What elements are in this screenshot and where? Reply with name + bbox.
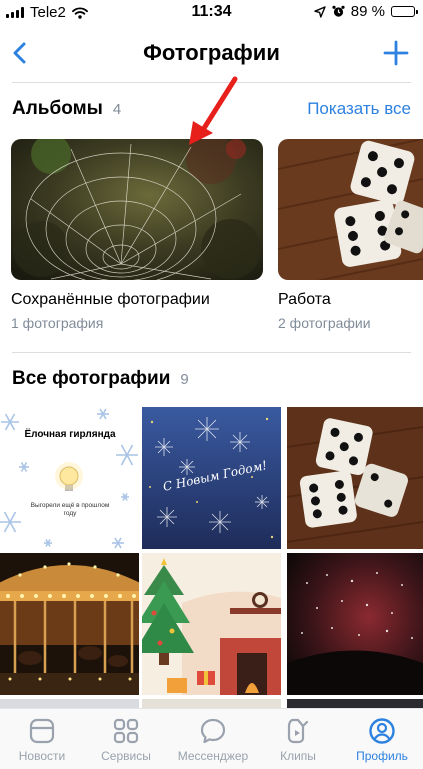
- photo-concert-hall[interactable]: [287, 553, 423, 695]
- tab-profile[interactable]: Профиль: [340, 717, 423, 763]
- album-card-work[interactable]: Работа 2 фотографии: [278, 139, 423, 331]
- tab-label: Сервисы: [101, 749, 151, 763]
- albums-title: Альбомы: [12, 98, 103, 119]
- profile-icon: [369, 718, 395, 744]
- photo-new-year-fireworks[interactable]: С Новым Годом!: [142, 407, 281, 549]
- album-photo-count: 1 фотография: [11, 315, 104, 331]
- page-title: Фотографии: [143, 40, 280, 65]
- tab-clips[interactable]: Клипы: [256, 717, 340, 763]
- album-cover-dice: [278, 139, 423, 280]
- tab-news[interactable]: Новости: [0, 717, 84, 763]
- all-photos-title: Все фотографии: [12, 368, 171, 389]
- photo-carousel[interactable]: [0, 553, 139, 695]
- photo-christmas-illustration[interactable]: [142, 553, 281, 695]
- photo-garland-card[interactable]: Ёлочная гирлянда Выгорели ещё в прошлом …: [0, 407, 139, 549]
- location-icon: [314, 5, 326, 18]
- annotation-arrow-icon: [189, 76, 238, 145]
- add-photo-button[interactable]: [379, 36, 413, 70]
- all-photos-count: 9: [180, 371, 189, 388]
- tab-label: Профиль: [356, 749, 408, 763]
- tab-label: Клипы: [280, 749, 316, 763]
- garland-card-title: Ёлочная гирлянда: [24, 429, 116, 440]
- album-card-saved-photos[interactable]: Сохранённые фотографии 1 фотография: [11, 139, 263, 331]
- services-icon: [113, 718, 139, 744]
- clips-icon: [287, 718, 309, 744]
- battery-icon: [391, 6, 418, 17]
- news-icon: [29, 718, 55, 744]
- alarm-icon: [332, 5, 345, 17]
- navigation-bar: Фотографии: [0, 28, 423, 80]
- album-cover-spider-web: [11, 139, 263, 280]
- lightbulb-icon: [55, 462, 83, 491]
- garland-card-caption: Выгорели ещё в прошлом году: [30, 502, 110, 517]
- album-name: Сохранённые фотографии: [11, 291, 210, 308]
- divider: [12, 352, 411, 353]
- tab-services[interactable]: Сервисы: [84, 717, 168, 763]
- plus-icon: [383, 40, 409, 66]
- battery-percent: 89 %: [350, 3, 385, 20]
- all-photos-header: Все фотографии 9: [12, 368, 411, 390]
- tab-label: Новости: [18, 749, 66, 763]
- messenger-icon: [200, 718, 226, 744]
- status-bar: Tele2 11:34 89 %: [0, 0, 423, 24]
- show-all-albums-link[interactable]: Показать все: [307, 99, 411, 119]
- tab-label: Мессенджер: [177, 749, 249, 763]
- album-name: Работа: [278, 291, 331, 308]
- albums-count: 4: [112, 101, 122, 118]
- tab-bar: Новости Сервисы Мессенджер Клипы Профиль: [0, 708, 423, 769]
- album-photo-count: 2 фотографии: [278, 315, 371, 331]
- photo-dice[interactable]: [287, 407, 423, 549]
- tab-messenger[interactable]: Мессенджер: [168, 717, 258, 763]
